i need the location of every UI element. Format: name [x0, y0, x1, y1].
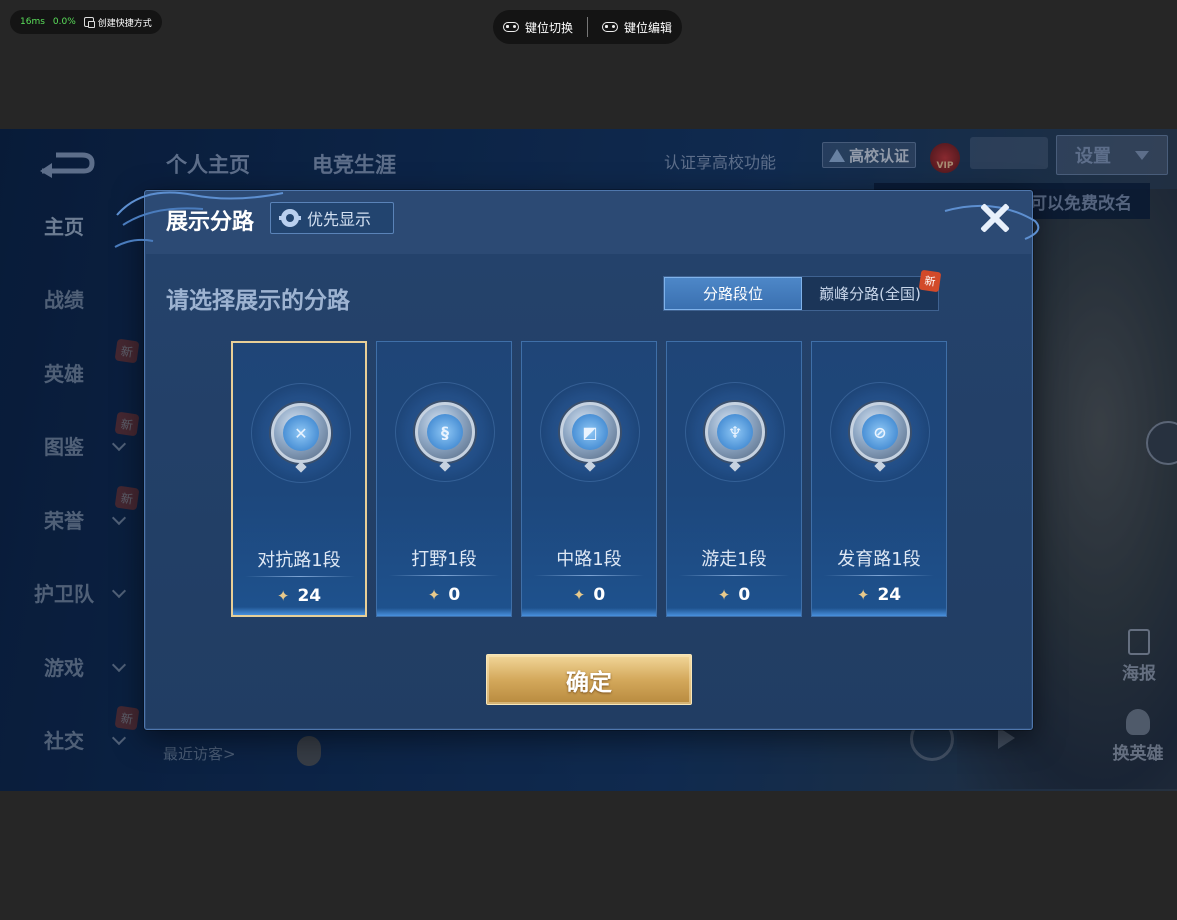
- keymap-toolbar: 键位切换 键位编辑: [493, 10, 682, 44]
- gamepad-icon: [502, 22, 519, 32]
- loss-readout: 0.0%: [52, 17, 76, 27]
- priority-display-button[interactable]: 优先显示: [270, 202, 394, 234]
- lane-glyph: ◩: [572, 414, 608, 450]
- lane-name: 游走1段: [701, 549, 767, 570]
- card-glow: [377, 608, 511, 616]
- close-icon[interactable]: [975, 199, 1015, 239]
- keymap-switch-button[interactable]: 键位切换: [502, 19, 573, 36]
- dialog-title: 展示分路: [166, 210, 255, 235]
- perf-indicator: 16ms 0.0% 创建快捷方式: [10, 10, 162, 34]
- lane-score: ✦ 24: [812, 585, 946, 605]
- lane-score-value: 0: [448, 585, 461, 605]
- lane-card-roam[interactable]: ♆ 游走1段 ✦ 0: [666, 341, 802, 617]
- emulator-window: 16ms 0.0% 创建快捷方式 键位切换 键位编辑 个人主页 电竞生涯 认证享…: [0, 0, 1177, 920]
- lane-glyph: ✕: [283, 415, 319, 451]
- card-glow: [667, 608, 801, 616]
- lane-score: ✦ 0: [377, 585, 511, 605]
- latency-readout: 16ms: [20, 17, 45, 27]
- lane-score: ✦ 0: [667, 585, 801, 605]
- card-glow: [812, 608, 946, 616]
- keymap-edit-button[interactable]: 键位编辑: [602, 19, 672, 36]
- tab-label: 巅峰分路(全国): [819, 285, 921, 303]
- rank-star-icon: ✦: [276, 587, 290, 605]
- toolbar-divider: [587, 17, 588, 37]
- lane-mode-tabs: 分路段位 巅峰分路(全国) 新: [663, 269, 942, 311]
- lane-score-value: 0: [593, 585, 606, 605]
- card-glow: [233, 607, 365, 615]
- lane-card-mid[interactable]: ◩ 中路1段 ✦ 0: [521, 341, 657, 617]
- create-shortcut-label: 创建快捷方式: [97, 18, 152, 29]
- divider: [389, 575, 499, 576]
- shortcut-icon: [83, 17, 95, 28]
- tab-lane-rank[interactable]: 分路段位: [664, 277, 802, 310]
- lane-name: 发育路1段: [837, 549, 921, 570]
- lane-name: 中路1段: [556, 549, 622, 570]
- keymap-switch-label: 键位切换: [524, 20, 573, 35]
- new-badge: 新: [918, 269, 942, 293]
- lane-glyph: §: [427, 414, 463, 450]
- rank-star-icon: ✦: [717, 586, 731, 604]
- lane-card-farm[interactable]: ⊘ 发育路1段 ✦ 24: [811, 341, 947, 617]
- lane-card-list: ✕ 对抗路1段 ✦ 24 § 打野1段 ✦ 0 ◩ 中路1段 ✦ 0 ♆ 游走1…: [231, 341, 948, 617]
- lane-name: 对抗路1段: [257, 550, 341, 571]
- lane-prompt: 请选择展示的分路: [166, 288, 350, 314]
- gear-icon: [279, 209, 301, 227]
- tab-label: 分路段位: [702, 285, 763, 303]
- tab-peak-lane[interactable]: 巅峰分路(全国) 新: [802, 269, 942, 310]
- keymap-edit-label: 键位编辑: [624, 20, 673, 35]
- create-shortcut-button[interactable]: 创建快捷方式: [83, 16, 152, 29]
- farm-lane-medal-icon: ⊘: [850, 402, 910, 472]
- roam-medal-icon: ♆: [705, 402, 765, 472]
- top-lane-medal-icon: ✕: [271, 403, 331, 473]
- lane-score: ✦ 24: [233, 586, 365, 606]
- rank-star-icon: ✦: [427, 586, 441, 604]
- divider: [245, 576, 355, 577]
- divider: [679, 575, 789, 576]
- rank-star-icon: ✦: [572, 586, 586, 604]
- lane-display-dialog: 展示分路 优先显示 请选择展示的分路 分路段位 巅峰分路(全国) 新 ✕ 对抗路…: [114, 190, 1040, 730]
- lane-glyph: ⊘: [862, 414, 898, 450]
- mid-lane-medal-icon: ◩: [560, 402, 620, 472]
- lane-card-top[interactable]: ✕ 对抗路1段 ✦ 24: [231, 341, 367, 617]
- card-glow: [522, 608, 656, 616]
- divider: [534, 575, 644, 576]
- divider: [824, 575, 934, 576]
- confirm-button[interactable]: 确定: [486, 654, 692, 705]
- lane-score-value: 24: [877, 585, 902, 605]
- lane-score-value: 0: [738, 585, 751, 605]
- gamepad-icon: [602, 22, 618, 32]
- lane-score-value: 24: [297, 586, 322, 606]
- lane-score: ✦ 0: [522, 585, 656, 605]
- lane-glyph: ♆: [717, 414, 753, 450]
- jungle-medal-icon: §: [415, 402, 475, 472]
- priority-display-label: 优先显示: [307, 210, 372, 229]
- lane-name: 打野1段: [411, 549, 477, 570]
- lane-card-jungle[interactable]: § 打野1段 ✦ 0: [376, 341, 512, 617]
- rank-star-icon: ✦: [856, 586, 870, 604]
